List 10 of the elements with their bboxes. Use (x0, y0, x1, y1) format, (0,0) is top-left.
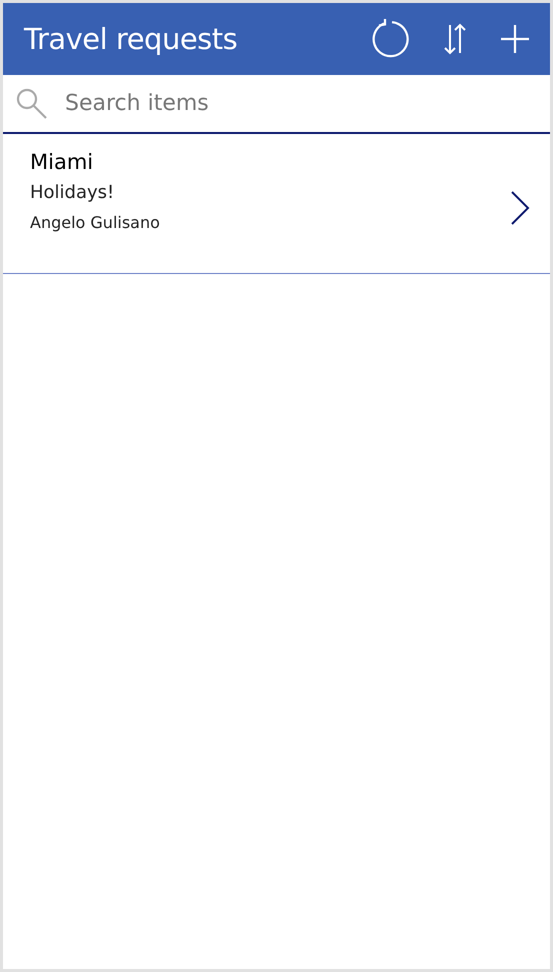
list-item[interactable]: Miami Holidays! Angelo Gulisano (3, 134, 550, 274)
search-icon (15, 86, 49, 120)
refresh-button[interactable] (370, 19, 410, 59)
chevron-icon[interactable] (510, 190, 530, 226)
item-title: Miami (30, 149, 94, 176)
item-person: Angelo Gulisano (30, 212, 161, 234)
add-button[interactable] (500, 24, 530, 54)
app-title: Travel requests (24, 22, 238, 56)
item-subtitle: Holidays! (30, 181, 116, 205)
sort-button[interactable] (444, 21, 466, 57)
